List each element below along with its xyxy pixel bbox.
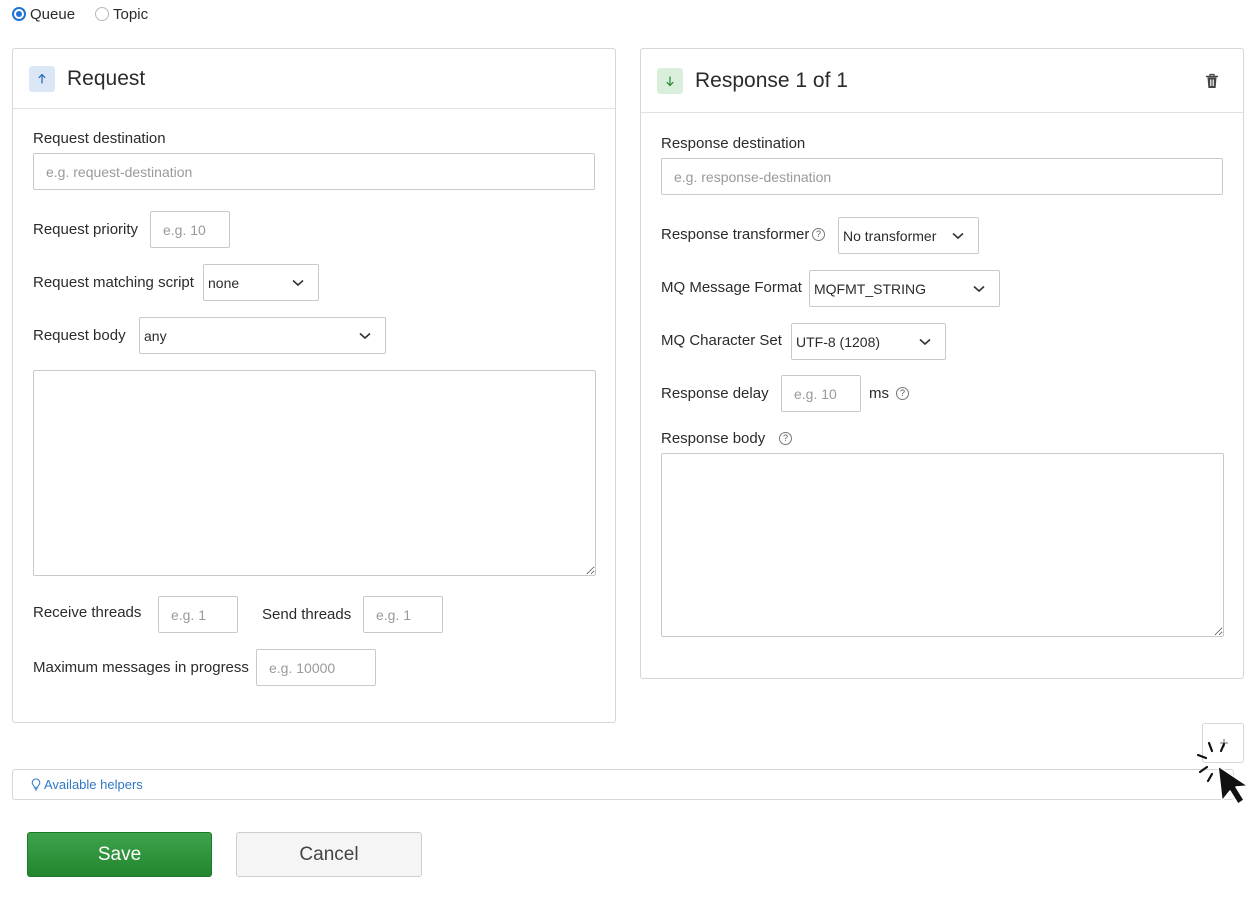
response-delay-label: Response delay (661, 385, 769, 402)
max-messages-input[interactable] (256, 649, 376, 686)
request-matching-script-select[interactable]: none (203, 264, 319, 301)
lightbulb-icon (31, 778, 41, 791)
topic-radio-label[interactable]: Topic (113, 6, 148, 23)
request-body-textarea[interactable] (33, 370, 596, 576)
topic-radio[interactable]: Topic (95, 6, 148, 23)
response-body-label: Response body (661, 430, 766, 447)
request-priority-input[interactable] (150, 211, 230, 248)
response-panel: Response 1 of 1 Response destination Res… (640, 48, 1244, 679)
add-response-button[interactable] (1202, 723, 1244, 763)
response-delay-help-icon[interactable]: ? (896, 387, 909, 400)
response-destination-input[interactable] (661, 158, 1223, 195)
save-button[interactable]: Save (27, 832, 212, 877)
mq-character-set-label: MQ Character Set (661, 332, 782, 349)
request-panel: Request Request destination Request prio… (12, 48, 616, 723)
receive-threads-input[interactable] (158, 596, 238, 633)
chevron-down-icon (292, 279, 304, 286)
mq-character-set-value: UTF-8 (1208) (796, 333, 881, 350)
send-threads-label: Send threads (262, 606, 352, 623)
mq-message-format-select[interactable]: MQFMT_STRING (809, 270, 1000, 307)
arrow-down-icon (657, 67, 683, 94)
cancel-button[interactable]: Cancel (236, 832, 422, 877)
request-matching-script-label: Request matching script (33, 274, 194, 291)
queue-radio-indicator[interactable] (12, 7, 26, 21)
mq-message-format-value: MQFMT_STRING (814, 280, 926, 297)
response-body-textarea[interactable] (661, 453, 1224, 637)
response-transformer-help-icon[interactable]: ? (812, 228, 825, 241)
response-delay-unit: ms (869, 385, 889, 402)
chevron-down-icon (973, 285, 985, 292)
response-transformer-value: No transformer (843, 227, 937, 244)
destination-type-selector: Queue Topic (12, 4, 168, 24)
mq-message-format-label: MQ Message Format (661, 279, 802, 296)
response-panel-title: Response 1 of 1 (695, 68, 848, 92)
queue-radio-label[interactable]: Queue (30, 6, 75, 23)
receive-threads-label: Receive threads (33, 604, 142, 621)
request-body-matcher-select[interactable]: any (139, 317, 386, 354)
request-priority-label: Request priority (33, 221, 139, 238)
available-helpers-toggle[interactable]: Available helpers (12, 769, 1234, 800)
queue-radio[interactable]: Queue (12, 6, 75, 23)
plus-icon (1220, 739, 1228, 747)
trash-icon[interactable] (1205, 73, 1219, 89)
response-delay-input[interactable] (781, 375, 861, 412)
response-destination-label: Response destination (661, 135, 806, 152)
send-threads-input[interactable] (363, 596, 443, 633)
request-matching-script-value: none (208, 274, 240, 291)
mq-character-set-select[interactable]: UTF-8 (1208) (791, 323, 946, 360)
response-body-help-icon[interactable]: ? (779, 432, 792, 445)
response-transformer-label: Response transformer (661, 226, 810, 243)
request-body-label: Request body (33, 327, 126, 344)
response-transformer-select[interactable]: No transformer (838, 217, 979, 254)
request-destination-input[interactable] (33, 153, 595, 190)
available-helpers-label[interactable]: Available helpers (44, 777, 143, 792)
chevron-down-icon (919, 338, 931, 345)
request-destination-label: Request destination (33, 130, 166, 147)
arrow-up-icon (29, 65, 55, 92)
chevron-down-icon (952, 232, 964, 239)
request-panel-header: Request (13, 49, 615, 109)
response-panel-header: Response 1 of 1 (641, 49, 1243, 113)
request-body-matcher-value: any (144, 327, 167, 344)
chevron-down-icon (359, 332, 371, 339)
max-messages-label: Maximum messages in progress (33, 659, 249, 676)
topic-radio-indicator[interactable] (95, 7, 110, 21)
request-panel-title: Request (67, 66, 146, 90)
